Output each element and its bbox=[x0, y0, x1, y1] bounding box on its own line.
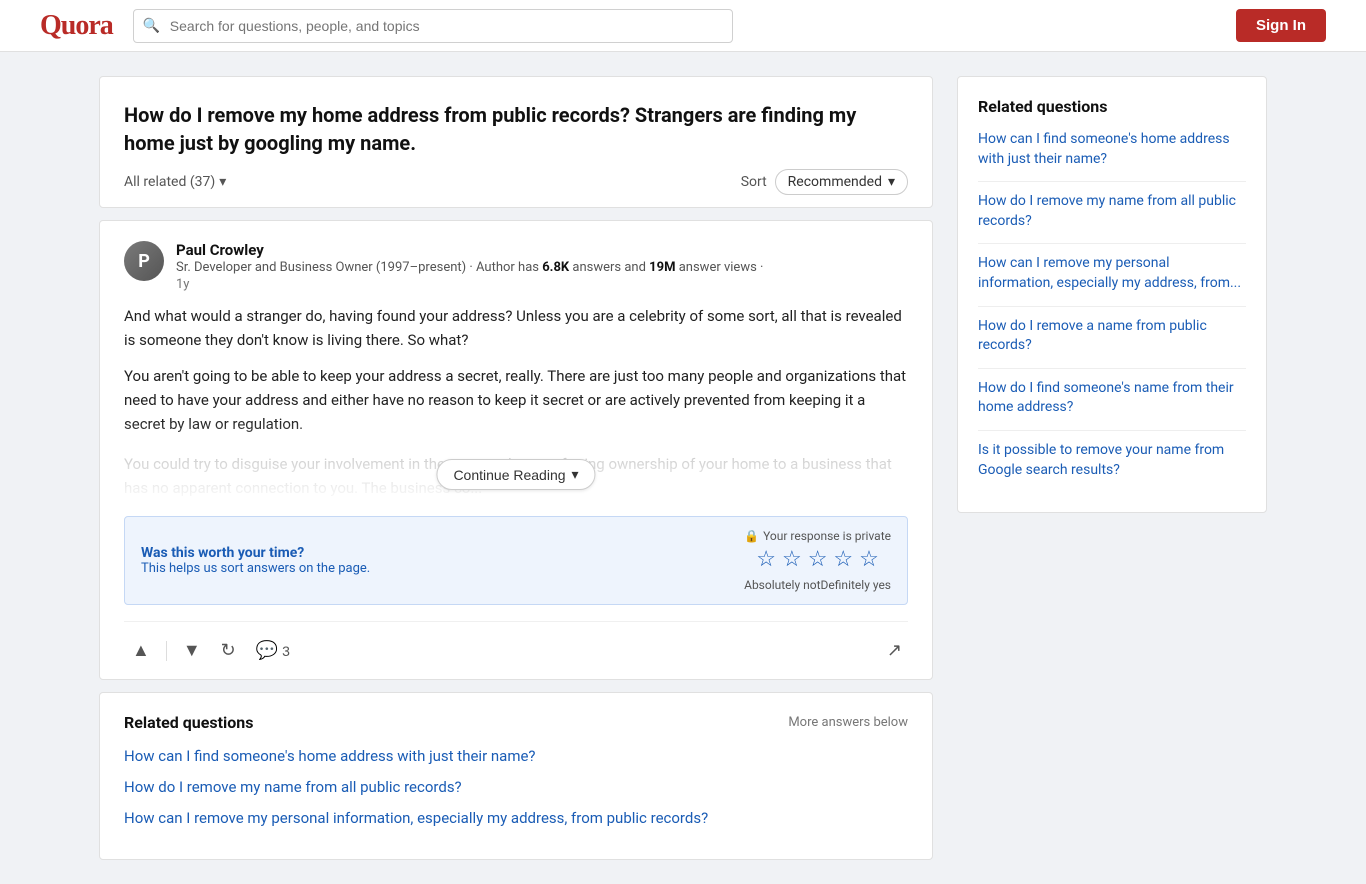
all-related-label: All related (37) bbox=[124, 174, 215, 190]
comment-icon: 💬 bbox=[256, 640, 278, 661]
related-link-1[interactable]: How can I find someone's home address wi… bbox=[124, 746, 908, 767]
downvote-icon: ▼ bbox=[183, 640, 201, 661]
sidebar-divider-4 bbox=[978, 368, 1246, 369]
search-input[interactable] bbox=[133, 9, 733, 43]
related-bottom-card: Related questions More answers below How… bbox=[99, 692, 933, 860]
sidebar-divider-1 bbox=[978, 181, 1246, 182]
page-layout: How do I remove my home address from pub… bbox=[83, 52, 1283, 884]
answer-para-2: You aren't going to be able to keep your… bbox=[124, 364, 908, 436]
lock-icon: 🔒 bbox=[744, 529, 759, 543]
share-icon: ↗ bbox=[887, 640, 902, 660]
more-answers-label: More answers below bbox=[788, 715, 908, 730]
answer-time: 1y bbox=[176, 277, 908, 292]
main-content: How do I remove my home address from pub… bbox=[99, 76, 933, 860]
author-info: Paul Crowley Sr. Developer and Business … bbox=[176, 241, 908, 292]
stars-row: ☆ ☆ ☆ ☆ ☆ bbox=[756, 547, 879, 572]
comment-button[interactable]: 💬 3 bbox=[248, 634, 298, 667]
author-views: 19M bbox=[649, 260, 675, 275]
sidebar: Related questions How can I find someone… bbox=[957, 76, 1267, 860]
answer-text: And what would a stranger do, having fou… bbox=[124, 304, 908, 436]
stars-label-left: Absolutely not bbox=[744, 578, 820, 592]
question-card: How do I remove my home address from pub… bbox=[99, 76, 933, 208]
logo: Quora bbox=[40, 10, 113, 42]
avatar: P bbox=[124, 241, 164, 281]
private-label: 🔒 Your response is private bbox=[744, 529, 891, 543]
star-5[interactable]: ☆ bbox=[859, 547, 879, 572]
stars-labels: Absolutely not Definitely yes bbox=[744, 578, 891, 592]
comment-count: 3 bbox=[282, 643, 290, 659]
related-link-2[interactable]: How do I remove my name from all public … bbox=[124, 777, 908, 798]
upvote-icon: ▲ bbox=[132, 640, 150, 661]
downvote-button[interactable]: ▼ bbox=[175, 634, 209, 667]
author-name[interactable]: Paul Crowley bbox=[176, 241, 908, 259]
sort-label: Sort bbox=[741, 174, 767, 190]
rotate-icon: ↻ bbox=[221, 640, 236, 661]
star-3[interactable]: ☆ bbox=[808, 547, 828, 572]
search-icon: 🔍 bbox=[143, 18, 160, 34]
related-link-3[interactable]: How can I remove my personal information… bbox=[124, 808, 908, 829]
stars-label-right: Definitely yes bbox=[821, 578, 891, 592]
question-title: How do I remove my home address from pub… bbox=[124, 101, 908, 157]
author-bio-prefix: Sr. Developer and Business Owner (1997–p… bbox=[176, 260, 542, 275]
related-bottom-header: Related questions More answers below bbox=[124, 713, 908, 732]
author-bio-mid: answers and bbox=[569, 260, 649, 275]
sign-in-button[interactable]: Sign In bbox=[1236, 9, 1326, 42]
answer-card: P Paul Crowley Sr. Developer and Busines… bbox=[99, 220, 933, 680]
worth-time-box: Was this worth your time? This helps us … bbox=[124, 516, 908, 605]
sort-dropdown[interactable]: Recommended ▾ bbox=[775, 169, 908, 195]
worth-time-right: 🔒 Your response is private ☆ ☆ ☆ ☆ ☆ Abs… bbox=[744, 529, 891, 592]
worth-time-left: Was this worth your time? This helps us … bbox=[141, 545, 370, 576]
sort-value: Recommended bbox=[788, 174, 882, 190]
star-2[interactable]: ☆ bbox=[782, 547, 802, 572]
sidebar-link-3[interactable]: How can I remove my personal information… bbox=[978, 254, 1246, 293]
sidebar-divider-2 bbox=[978, 243, 1246, 244]
sidebar-link-6[interactable]: Is it possible to remove your name from … bbox=[978, 441, 1246, 480]
sidebar-link-4[interactable]: How do I remove a name from public recor… bbox=[978, 317, 1246, 356]
author-bio: Sr. Developer and Business Owner (1997–p… bbox=[176, 259, 908, 277]
sort-chevron-icon: ▾ bbox=[888, 174, 895, 190]
avatar-image: P bbox=[124, 241, 164, 281]
star-1[interactable]: ☆ bbox=[756, 547, 776, 572]
continue-chevron-icon: ▾ bbox=[572, 466, 579, 483]
author-row: P Paul Crowley Sr. Developer and Busines… bbox=[124, 241, 908, 292]
author-bio-suffix: answer views · bbox=[675, 260, 763, 275]
continue-reading-button[interactable]: Continue Reading ▾ bbox=[436, 459, 595, 490]
share-button[interactable]: ↗ bbox=[881, 634, 908, 667]
sidebar-divider-5 bbox=[978, 430, 1246, 431]
sort-right: Sort Recommended ▾ bbox=[741, 169, 908, 195]
continue-reading-label: Continue Reading bbox=[453, 467, 565, 483]
sort-bar: All related (37) ▾ Sort Recommended ▾ bbox=[124, 157, 908, 207]
author-answers: 6.8K bbox=[542, 260, 569, 275]
sidebar-link-1[interactable]: How can I find someone's home address wi… bbox=[978, 130, 1246, 169]
header: Quora 🔍 Sign In bbox=[0, 0, 1366, 52]
related-bottom-title: Related questions bbox=[124, 713, 253, 732]
share-rotate-button[interactable]: ↻ bbox=[213, 634, 244, 667]
upvote-button[interactable]: ▲ bbox=[124, 634, 158, 667]
header-right: Sign In bbox=[1236, 9, 1326, 42]
worth-time-sub: This helps us sort answers on the page. bbox=[141, 561, 370, 576]
answer-para-1: And what would a stranger do, having fou… bbox=[124, 304, 908, 352]
star-4[interactable]: ☆ bbox=[833, 547, 853, 572]
sidebar-title: Related questions bbox=[978, 97, 1246, 116]
all-related[interactable]: All related (37) ▾ bbox=[124, 174, 226, 190]
chevron-down-icon: ▾ bbox=[219, 174, 226, 190]
sidebar-link-5[interactable]: How do I find someone's name from their … bbox=[978, 379, 1246, 418]
search-bar: 🔍 bbox=[133, 9, 733, 43]
worth-time-title: Was this worth your time? bbox=[141, 545, 370, 561]
action-bar: ▲ ▼ ↻ 💬 3 ↗ bbox=[124, 621, 908, 679]
sidebar-link-2[interactable]: How do I remove my name from all public … bbox=[978, 192, 1246, 231]
sidebar-card: Related questions How can I find someone… bbox=[957, 76, 1267, 513]
sidebar-divider-3 bbox=[978, 306, 1246, 307]
private-label-text: Your response is private bbox=[763, 529, 891, 543]
continue-reading-wrap: You could try to disguise your involveme… bbox=[124, 452, 908, 500]
action-divider bbox=[166, 641, 167, 661]
